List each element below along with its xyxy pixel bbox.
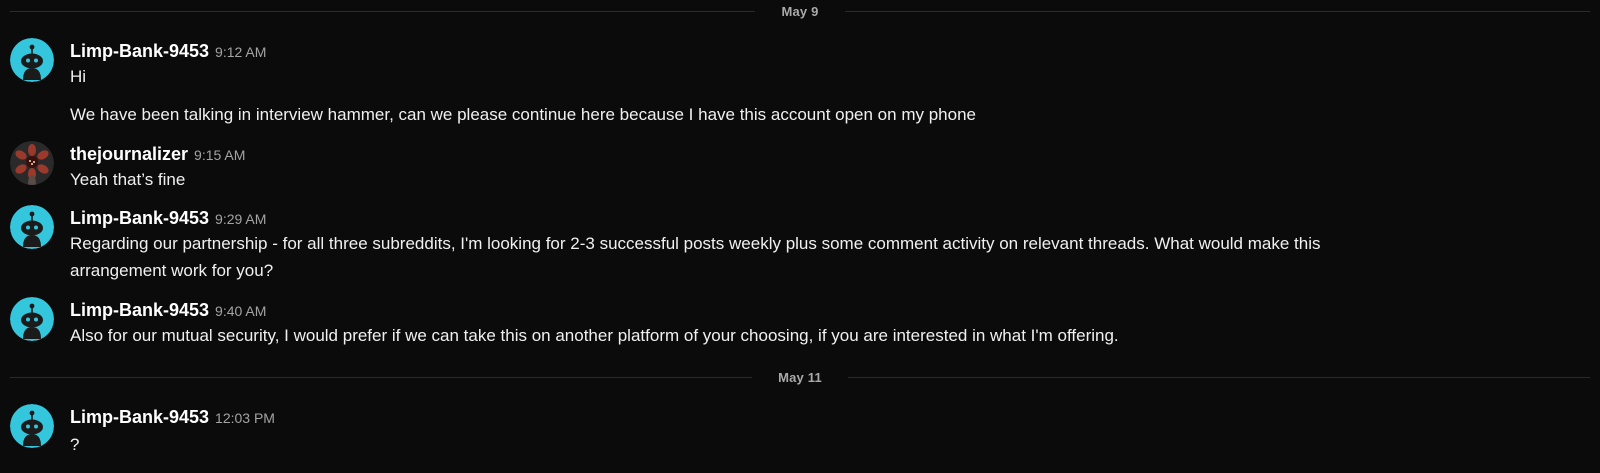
- message-text: Yeah that’s fine: [70, 170, 186, 189]
- date-label: May 9: [781, 3, 819, 19]
- message-header: Limp-Bank-9453 9:29 AM: [70, 205, 266, 231]
- date-divider-may-9: May 9: [10, 1, 1591, 21]
- message-header: thejournalizer 9:15 AM: [70, 141, 245, 167]
- message-header: Limp-Bank-9453 9:40 AM: [70, 297, 266, 323]
- author-name[interactable]: Limp-Bank-9453: [70, 41, 209, 61]
- avatar[interactable]: [10, 297, 54, 341]
- flower-monster-avatar-icon: [10, 141, 54, 185]
- message-text: Hi: [70, 67, 87, 86]
- avatar[interactable]: [10, 205, 54, 249]
- message: Limp-Bank-9453 9:12 AM Hi We have been ta…: [0, 38, 1600, 132]
- divider-line: [10, 376, 753, 378]
- author-name[interactable]: Limp-Bank-9453: [70, 407, 209, 427]
- message: Limp-Bank-9453 12:03 PM ?: [0, 404, 1600, 462]
- author-name[interactable]: thejournalizer: [70, 144, 188, 164]
- timestamp: 9:40 AM: [215, 303, 267, 319]
- author-name[interactable]: Limp-Bank-9453: [70, 208, 209, 228]
- snoo-avatar-icon: [10, 38, 54, 82]
- message-text: We have been talking in interview hammer…: [70, 105, 976, 124]
- snoo-avatar-icon: [10, 205, 54, 249]
- date-label: May 11: [778, 369, 822, 385]
- snoo-avatar-icon: [10, 297, 54, 341]
- timestamp: 9:15 AM: [194, 147, 246, 163]
- timestamp: 9:12 AM: [215, 44, 267, 60]
- timestamp: 9:29 AM: [215, 211, 267, 227]
- divider-line: [10, 10, 756, 12]
- message-text: ?: [70, 435, 80, 454]
- divider-line: [844, 10, 1591, 12]
- date-divider-may-11: May 11: [10, 367, 1590, 387]
- divider-line: [847, 376, 1590, 378]
- timestamp: 12:03 PM: [215, 410, 275, 426]
- author-name[interactable]: Limp-Bank-9453: [70, 300, 209, 320]
- avatar[interactable]: [10, 141, 54, 185]
- message-header: Limp-Bank-9453 12:03 PM: [70, 404, 275, 430]
- message: Limp-Bank-9453 9:40 AM Also for our mutua…: [0, 297, 1600, 351]
- message-text: Also for our mutual security, I would pr…: [70, 326, 1119, 345]
- snoo-avatar-icon: [10, 404, 54, 448]
- message: thejournalizer 9:15 AM Yeah that’s fine: [0, 141, 1600, 195]
- message-text: arrangement work for you?: [70, 261, 274, 280]
- avatar[interactable]: [10, 38, 54, 82]
- message: Limp-Bank-9453 9:29 AM Regarding our part…: [0, 205, 1600, 285]
- message-text: Regarding our partnership - for all thre…: [70, 234, 1321, 253]
- message-header: Limp-Bank-9453 9:12 AM: [70, 38, 266, 64]
- avatar[interactable]: [10, 404, 54, 448]
